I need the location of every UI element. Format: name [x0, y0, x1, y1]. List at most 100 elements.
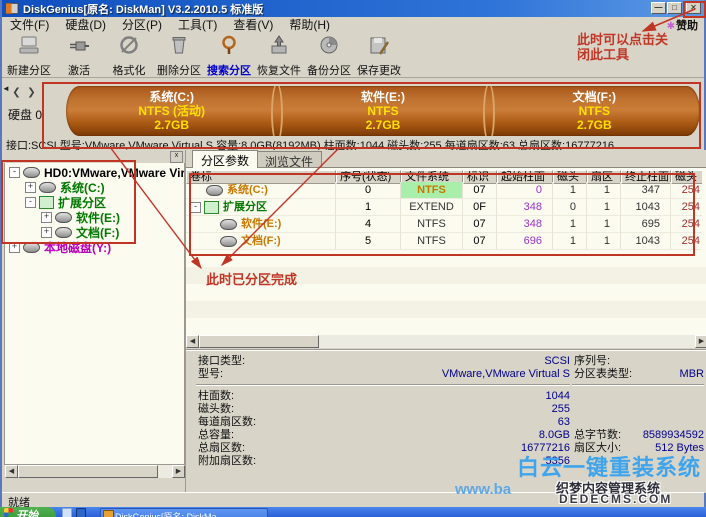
- taskbar-item-diskgenius[interactable]: DiskGenius[原名: DiskMa: [100, 508, 268, 517]
- divider: [196, 384, 570, 386]
- backup-partition-button[interactable]: 备份分区: [304, 32, 354, 77]
- expander-icon[interactable]: -: [9, 167, 20, 178]
- sponsor-flower-icon: ✱: [666, 21, 675, 32]
- divider: [572, 384, 704, 386]
- tree-item-system-c[interactable]: + 系统(C:): [25, 180, 105, 195]
- app-icon: [103, 510, 114, 517]
- scroll-thumb[interactable]: [199, 335, 319, 348]
- table-row-docs-f[interactable]: 文档(F:) 5 NTFS 07 696 1 1 1043 254: [186, 233, 706, 250]
- extended-partition-icon: [39, 196, 54, 209]
- save-icon: [368, 34, 390, 61]
- prev-disk-arrow[interactable]: ❮: [10, 86, 23, 99]
- scroll-right-icon[interactable]: ▶: [172, 465, 185, 478]
- partition-tree-panel: x - HD0:VMware,VMware Virtual + 系统(C:) -…: [4, 150, 186, 492]
- menu-tools[interactable]: 工具(T): [170, 16, 225, 33]
- start-button[interactable]: 开始: [0, 507, 56, 517]
- menu-bar: 文件(F) 硬盘(D) 分区(P) 工具(T) 查看(V) 帮助(H) ✱赞助: [2, 17, 704, 33]
- detail-row: 分区表类型: MBR: [574, 368, 704, 380]
- expander-icon[interactable]: -: [190, 201, 201, 213]
- detail-row: 每道扇区数: 63: [198, 416, 570, 428]
- expander-icon[interactable]: +: [25, 182, 36, 193]
- disk-icon: [206, 184, 223, 196]
- tree-horizontal-scrollbar[interactable]: ◀ ▶: [5, 465, 185, 478]
- quick-launch-icon[interactable]: [62, 508, 72, 517]
- partition-segment-c[interactable]: 系统(C:) NTFS (活动) 2.7GB: [66, 86, 277, 136]
- expander-icon[interactable]: +: [41, 212, 52, 223]
- windows-taskbar: 开始 DiskGenius[原名: DiskMa: [0, 507, 706, 517]
- disk-icon: [220, 218, 237, 230]
- collapse-arrow-icon[interactable]: ◄: [2, 84, 10, 93]
- sponsor-link[interactable]: ✱赞助: [667, 17, 698, 33]
- format-button[interactable]: 格式化: [104, 32, 154, 77]
- expander-icon[interactable]: +: [41, 227, 52, 238]
- maximize-button[interactable]: □: [667, 2, 682, 14]
- detail-row: 总容量: 8.0GB: [198, 429, 570, 441]
- expander-icon[interactable]: +: [9, 242, 20, 253]
- menu-help[interactable]: 帮助(H): [281, 16, 338, 33]
- disk-details-panel: 接口类型: SCSI 型号: VMware,VMware Virtual S 柱面数…: [186, 349, 706, 493]
- scroll-left-icon[interactable]: ◀: [5, 465, 18, 478]
- tab-partition-params[interactable]: 分区参数: [192, 150, 259, 168]
- save-changes-button[interactable]: 保存更改: [354, 32, 404, 77]
- partition-detail-panel: 分区参数 浏览文件 卷标 序号(状态) 文件系统 标识 起始柱面 磁头 扇区 终…: [186, 150, 706, 493]
- disk-icon: [39, 182, 56, 193]
- recover-files-button[interactable]: 恢复文件: [254, 32, 304, 77]
- detail-row: 柱面数: 1044: [198, 390, 570, 402]
- tree-panel-header[interactable]: x: [4, 150, 185, 163]
- menu-view[interactable]: 查看(V): [225, 16, 281, 33]
- close-button[interactable]: ✕: [686, 2, 701, 14]
- diskgenius-window: DiskGenius[原名: DiskMan] V3.2.2010.5 标准版 …: [0, 0, 706, 509]
- tree-item-docs-f[interactable]: + 文档(F:): [41, 225, 119, 240]
- scroll-left-icon[interactable]: ◀: [186, 335, 199, 348]
- title-bar[interactable]: DiskGenius[原名: DiskMan] V3.2.2010.5 标准版 …: [2, 0, 704, 17]
- tree-area: - HD0:VMware,VMware Virtual + 系统(C:) - 扩…: [4, 163, 185, 465]
- panel-close-icon[interactable]: x: [170, 151, 183, 163]
- delete-partition-button[interactable]: 删除分区: [154, 32, 204, 77]
- empty-row: [186, 301, 706, 319]
- windows-flag-icon: [4, 508, 13, 517]
- status-bar: 就绪: [2, 492, 704, 509]
- disk-overview-panel: ◄ ❮ ❯ 硬盘 0 系统(C:) NTFS (活动) 2.7GB 软件(E:)…: [2, 78, 704, 152]
- minimize-button[interactable]: —: [651, 2, 666, 14]
- quick-launch-icon[interactable]: [76, 508, 86, 517]
- tree-item-software-e[interactable]: + 软件(E:): [41, 210, 120, 225]
- search-partition-button[interactable]: 搜索分区: [204, 32, 254, 77]
- scroll-right-icon[interactable]: ▶: [695, 335, 706, 348]
- table-row-software-e[interactable]: 软件(E:) 4 NTFS 07 348 1 1 695 254: [186, 216, 706, 233]
- menu-partition[interactable]: 分区(P): [114, 16, 170, 33]
- table-row-system-c[interactable]: 系统(C:) 0 NTFS 07 0 1 1 347 254: [186, 182, 706, 199]
- new-partition-icon: [18, 34, 40, 61]
- toolbar: 新建分区 激活 格式化 删除分区 搜索分区 恢复文件 备份分区 保存更改: [2, 32, 704, 78]
- tab-browse-files[interactable]: 浏览文件: [256, 151, 323, 169]
- tree-item-local-disk-y[interactable]: + 本地磁盘(Y:): [9, 240, 111, 255]
- partition-segment-f[interactable]: 文档(F:) NTFS 2.7GB: [489, 86, 700, 136]
- next-disk-arrow[interactable]: ❯: [25, 86, 38, 99]
- app-icon: [5, 2, 19, 15]
- empty-row: [186, 318, 706, 336]
- menu-disk[interactable]: 硬盘(D): [57, 16, 114, 33]
- format-icon: [118, 34, 140, 61]
- disk-icon: [55, 227, 72, 238]
- tree-item-extended[interactable]: - 扩展分区: [25, 195, 106, 210]
- activate-button[interactable]: 激活: [54, 32, 104, 77]
- disk-label: 硬盘 0: [8, 108, 43, 122]
- detail-row: 附加扇区数: 5356: [198, 455, 570, 467]
- disk-icon: [55, 212, 72, 223]
- empty-row: [186, 284, 706, 302]
- scroll-thumb[interactable]: [18, 465, 158, 478]
- disc-icon: [318, 34, 340, 61]
- table-horizontal-scrollbar[interactable]: ◀ ▶: [186, 335, 706, 348]
- partition-segment-e[interactable]: 软件(E:) NTFS 2.7GB: [277, 86, 488, 136]
- tree-item-hd0[interactable]: - HD0:VMware,VMware Virtual: [9, 165, 184, 180]
- disk-icon: [23, 167, 40, 178]
- filesystem-cell: NTFS: [401, 182, 463, 199]
- new-partition-button[interactable]: 新建分区: [4, 32, 54, 77]
- screenshot-root: DiskGenius[原名: DiskMan] V3.2.2010.5 标准版 …: [0, 0, 706, 517]
- detail-row: 序列号:: [574, 355, 611, 367]
- menu-file[interactable]: 文件(F): [2, 16, 57, 33]
- expander-icon[interactable]: -: [25, 197, 36, 208]
- detail-row: 型号: VMware,VMware Virtual S: [198, 368, 570, 380]
- table-row-extended[interactable]: - 扩展分区 1 EXTEND 0F 348 0 1 1043 254: [186, 199, 706, 216]
- empty-row: [186, 267, 706, 285]
- plug-icon: [68, 34, 90, 61]
